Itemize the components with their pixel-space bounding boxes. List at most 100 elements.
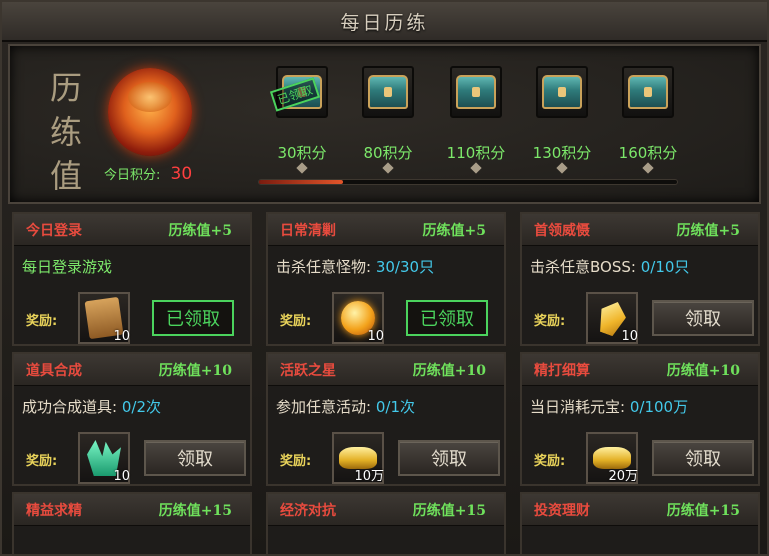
chest-label: 80积分 — [363, 144, 413, 162]
calligraphy-char: 值 — [49, 157, 82, 195]
task-card-header: 道具合成 历练值+10 — [14, 354, 250, 386]
claim-button[interactable]: 领取 — [398, 440, 500, 476]
chest-reward-160[interactable] — [622, 66, 674, 118]
task-points: 历练值+15 — [666, 502, 740, 519]
reward-count: 10万 — [354, 469, 384, 484]
task-name: 精打细算 — [534, 362, 590, 379]
task-description: 当日消耗元宝: 0/100万 — [530, 396, 688, 417]
task-card-header: 精益求精 历练值+15 — [14, 494, 250, 526]
claimed-button: 已领取 — [406, 300, 488, 336]
milestone-marker — [382, 162, 394, 174]
claim-button[interactable]: 领取 — [652, 440, 754, 476]
task-card-monster-clear: 日常清剿 历练值+5 击杀任意怪物: 30/30只 奖励: 10 已领取 — [266, 212, 506, 346]
task-card-invest: 投资理财 历练值+15 — [520, 492, 760, 556]
task-card-activity: 活跃之星 历练值+10 参加任意活动: 0/1次 奖励: 10万 领取 — [266, 352, 506, 486]
calligraphy-title: 历 练 值 — [46, 66, 86, 198]
reward-label: 奖励: — [280, 454, 312, 469]
daily-training-window: 每日历练 历 练 值 今日积分: 30 已领取 30积分 80积分 110积分 … — [0, 0, 769, 556]
task-card-header: 今日登录 历练值+5 — [14, 214, 250, 246]
task-progress: 30/30只 — [375, 258, 435, 276]
reward-label: 奖励: — [26, 454, 58, 469]
today-score-value: 30 — [170, 164, 193, 184]
treasure-chest-icon — [628, 75, 668, 109]
task-points: 历练值+5 — [676, 222, 740, 239]
task-name: 经济对抗 — [280, 502, 336, 519]
chest-label: 110积分 — [446, 144, 506, 162]
milestone-marker — [296, 162, 308, 174]
task-name: 精益求精 — [26, 502, 82, 519]
task-points: 历练值+15 — [412, 502, 486, 519]
milestone-marker — [470, 162, 482, 174]
reward-label: 奖励: — [534, 454, 566, 469]
reward-label: 奖励: — [280, 314, 312, 329]
task-card-login: 今日登录 历练值+5 每日登录游戏 奖励: 10 已领取 — [12, 212, 252, 346]
task-text: 击杀任意怪物: — [276, 258, 372, 276]
task-points: 历练值+10 — [412, 362, 486, 379]
reward-slot[interactable]: 10 — [78, 292, 130, 344]
reward-count: 10 — [113, 329, 130, 344]
score-progress-bar — [258, 179, 678, 185]
task-points: 历练值+5 — [168, 222, 232, 239]
task-card-economy: 经济对抗 历练值+15 — [266, 492, 506, 556]
calligraphy-char: 历 — [49, 69, 82, 107]
task-description: 击杀任意BOSS: 0/10只 — [530, 256, 689, 277]
cauldron-icon — [108, 68, 192, 156]
task-points: 历练值+10 — [158, 362, 232, 379]
reward-slot[interactable]: 20万 — [586, 432, 638, 484]
milestone-marker — [556, 162, 568, 174]
task-text: 击杀任意BOSS: — [530, 258, 636, 276]
task-name: 首领威慑 — [534, 222, 590, 239]
task-card-header: 精打细算 历练值+10 — [522, 354, 758, 386]
task-points: 历练值+5 — [422, 222, 486, 239]
reward-count: 10 — [621, 329, 638, 344]
task-card-refine: 精益求精 历练值+15 — [12, 492, 252, 556]
task-name: 今日登录 — [26, 222, 82, 239]
treasure-chest-icon — [456, 75, 496, 109]
task-description: 成功合成道具: 0/2次 — [22, 396, 161, 417]
today-score: 今日积分: 30 — [104, 164, 192, 184]
task-description: 参加任意活动: 0/1次 — [276, 396, 415, 417]
claimed-button: 已领取 — [152, 300, 234, 336]
reward-slot[interactable]: 10 — [586, 292, 638, 344]
task-card-header: 日常清剿 历练值+5 — [268, 214, 504, 246]
treasure-chest-icon — [542, 75, 582, 109]
reward-slot[interactable]: 10万 — [332, 432, 384, 484]
chest-reward-110[interactable] — [450, 66, 502, 118]
reward-progress-panel: 历 练 值 今日积分: 30 已领取 30积分 80积分 110积分 130积分… — [8, 44, 761, 204]
task-card-boss: 首领威慑 历练值+5 击杀任意BOSS: 0/10只 奖励: 10 领取 — [520, 212, 760, 346]
task-description: 每日登录游戏 — [22, 256, 112, 277]
chest-label: 160积分 — [618, 144, 678, 162]
task-description: 击杀任意怪物: 30/30只 — [276, 256, 434, 277]
task-name: 日常清剿 — [280, 222, 336, 239]
claim-button[interactable]: 领取 — [144, 440, 246, 476]
chest-reward-130[interactable] — [536, 66, 588, 118]
chest-reward-80[interactable] — [362, 66, 414, 118]
reward-count: 10 — [367, 329, 384, 344]
task-text: 参加任意活动: — [276, 398, 372, 416]
reward-count: 10 — [113, 469, 130, 484]
task-name: 活跃之星 — [280, 362, 336, 379]
task-progress: 0/1次 — [375, 398, 415, 416]
task-points: 历练值+10 — [666, 362, 740, 379]
task-progress: 0/10只 — [640, 258, 690, 276]
task-card-synthesis: 道具合成 历练值+10 成功合成道具: 0/2次 奖励: 10 领取 — [12, 352, 252, 486]
claim-button[interactable]: 领取 — [652, 300, 754, 336]
chest-label: 130积分 — [532, 144, 592, 162]
task-card-spending: 精打细算 历练值+10 当日消耗元宝: 0/100万 奖励: 20万 领取 — [520, 352, 760, 486]
window-title: 每日历练 — [340, 11, 429, 34]
chest-reward-30[interactable]: 已领取 — [269, 66, 328, 118]
today-score-label: 今日积分: — [104, 168, 161, 183]
reward-slot[interactable]: 10 — [332, 292, 384, 344]
task-text: 成功合成道具: — [22, 398, 118, 416]
task-progress: 0/2次 — [121, 398, 161, 416]
calligraphy-char: 练 — [49, 113, 82, 151]
treasure-chest-icon — [368, 75, 408, 109]
chest-label: 30积分 — [277, 144, 327, 162]
reward-slot[interactable]: 10 — [78, 432, 130, 484]
task-card-header: 首领威慑 历练值+5 — [522, 214, 758, 246]
reward-label: 奖励: — [26, 314, 58, 329]
task-card-header: 经济对抗 历练值+15 — [268, 494, 504, 526]
task-text: 每日登录游戏 — [22, 258, 113, 276]
title-bar: 每日历练 — [2, 2, 767, 42]
task-text: 当日消耗元宝: — [530, 398, 626, 416]
